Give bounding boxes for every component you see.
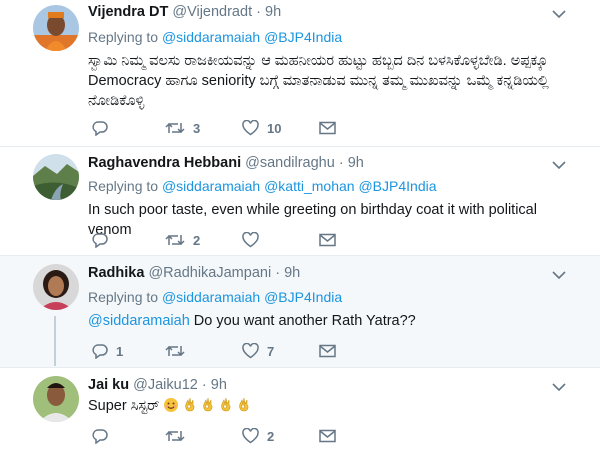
retweet-button[interactable]: [165, 342, 193, 360]
dm-button[interactable]: [319, 342, 336, 360]
chevron-down-icon[interactable]: [552, 9, 566, 19]
timestamp[interactable]: 9h: [348, 155, 364, 171]
dm-button[interactable]: [319, 427, 336, 445]
tweet-text: @siddaramaiah Do you want another Rath Y…: [88, 311, 578, 331]
separator-dot: ·: [201, 377, 207, 393]
dm-button[interactable]: [319, 119, 336, 137]
smiling-face-emoji-icon: [163, 398, 178, 412]
replying-label: Replying to: [88, 29, 162, 45]
reply-icon: [92, 429, 108, 444]
like-button[interactable]: 2: [242, 427, 274, 445]
tweet-header: Raghavendra Hebbani @sandilraghu · 9h: [88, 155, 364, 171]
user-handle[interactable]: @RadhikaJampani: [148, 265, 271, 281]
replying-label: Replying to: [88, 178, 162, 194]
tweet-text: ಸ್ವಾಮಿ ನಿಮ್ಮ ವಲಸು ರಾಜಕೀಯವನ್ನು ಆ ಮಹನೀಯರ ಹ…: [88, 51, 578, 111]
like-count: 7: [267, 343, 275, 359]
avatar[interactable]: [33, 376, 79, 422]
tweet-raghavendra[interactable]: Raghavendra Hebbani @sandilraghu · 9h Re…: [0, 147, 600, 256]
tweet-header: Vijendra DT @Vijendradt · 9h: [88, 4, 281, 20]
like-button[interactable]: [242, 231, 267, 249]
heart-icon: [242, 232, 259, 248]
reply-button[interactable]: [92, 119, 116, 137]
mention-link[interactable]: @siddaramaiah: [162, 289, 260, 305]
display-name[interactable]: Vijendra DT: [88, 4, 168, 20]
retweet-icon: [165, 345, 185, 357]
tweet-jaiku[interactable]: Jai ku @Jaiku12 · 9h Super ಸಿಸ್ಟರ್ 2: [0, 368, 600, 450]
display-name[interactable]: Radhika: [88, 265, 144, 281]
like-button[interactable]: 7: [242, 342, 274, 360]
mention-link[interactable]: @BJP4India: [264, 289, 342, 305]
tweet-text-body: Do you want another Rath Yatra??: [189, 313, 416, 329]
retweet-icon: [165, 234, 185, 246]
replying-to: Replying to @siddaramaiah @BJP4India: [88, 29, 342, 45]
replying-to: Replying to @siddaramaiah @katti_mohan @…: [88, 178, 437, 194]
retweet-button[interactable]: 2: [165, 231, 200, 249]
heart-icon: [242, 428, 259, 444]
like-button[interactable]: 10: [242, 119, 281, 137]
tweet-text-line: ನೋಡಿಕೊಳ್ಳಿ: [88, 93, 145, 109]
like-count: 10: [267, 120, 282, 136]
separator-dot: ·: [275, 265, 281, 281]
mention-link[interactable]: @BJP4India: [358, 178, 436, 194]
retweet-icon: [165, 122, 185, 134]
separator-dot: ·: [338, 155, 344, 171]
chevron-down-icon[interactable]: [552, 382, 566, 392]
display-name[interactable]: Raghavendra Hebbani: [88, 155, 241, 171]
heart-icon: [242, 120, 259, 136]
mention-link[interactable]: @siddaramaiah: [88, 313, 190, 329]
envelope-icon: [319, 121, 336, 135]
retweet-icon: [165, 430, 185, 442]
tweet-text: Super ಸಿಸ್ಟರ್: [88, 396, 578, 416]
tweet-text-body: Super ಸಿಸ್ಟರ್: [88, 398, 160, 414]
ok-hand-emoji-icon: [239, 397, 248, 412]
timestamp[interactable]: 9h: [265, 4, 281, 20]
reply-button[interactable]: 1: [92, 342, 123, 360]
user-handle[interactable]: @Jaiku12: [133, 377, 198, 393]
tweet-radhika[interactable]: Radhika @RadhikaJampani · 9h Replying to…: [0, 256, 600, 368]
mention-link[interactable]: @katti_mohan: [264, 178, 354, 194]
replying-to: Replying to @siddaramaiah @BJP4India: [88, 289, 342, 305]
thread-connector-line: [54, 316, 56, 366]
avatar[interactable]: [33, 154, 79, 200]
timestamp[interactable]: 9h: [284, 265, 300, 281]
ok-hand-emoji-icon: [221, 397, 230, 412]
envelope-icon: [319, 344, 336, 358]
envelope-icon: [319, 429, 336, 443]
heart-icon: [242, 343, 259, 359]
reply-button[interactable]: [92, 427, 116, 445]
reply-count: 1: [116, 343, 124, 359]
chevron-down-icon[interactable]: [552, 270, 566, 280]
tweet-header: Jai ku @Jaiku12 · 9h: [88, 377, 227, 393]
dm-button[interactable]: [319, 231, 336, 249]
reply-icon: [92, 233, 108, 248]
like-count: 2: [267, 428, 275, 444]
mention-link[interactable]: @BJP4India: [264, 29, 342, 45]
display-name[interactable]: Jai ku: [88, 377, 129, 393]
retweet-button[interactable]: 3: [165, 119, 200, 137]
reply-icon: [92, 344, 108, 359]
user-handle[interactable]: @Vijendradt: [172, 4, 252, 20]
replying-label: Replying to: [88, 289, 162, 305]
tweet-header: Radhika @RadhikaJampani · 9h: [88, 265, 300, 281]
reply-icon: [92, 121, 108, 136]
ok-hand-emoji-icon: [184, 397, 194, 412]
envelope-icon: [319, 233, 336, 247]
retweet-count: 2: [193, 232, 201, 248]
user-handle[interactable]: @sandilraghu: [245, 155, 335, 171]
reply-button[interactable]: [92, 231, 116, 249]
tweet-text-line: ಸ್ವಾಮಿ ನಿಮ್ಮ ವಲಸು ರಾಜಕೀಯವನ್ನು ಆ ಮಹನೀಯರ ಹ…: [88, 53, 548, 69]
mention-link[interactable]: @siddaramaiah: [162, 178, 260, 194]
chevron-down-icon[interactable]: [552, 160, 566, 170]
retweet-count: 3: [193, 120, 201, 136]
avatar[interactable]: [33, 5, 79, 51]
timestamp[interactable]: 9h: [211, 377, 227, 393]
avatar[interactable]: [33, 264, 79, 310]
mention-link[interactable]: @siddaramaiah: [162, 29, 260, 45]
ok-hand-emoji-icon: [202, 397, 212, 412]
separator-dot: ·: [256, 4, 261, 20]
retweet-button[interactable]: [165, 427, 193, 445]
tweet-text-line: Democracy ಹಾಗೂ seniority ಬಗ್ಗೆ ಮಾತನಾಡುವ …: [88, 73, 549, 89]
tweet-vijendra[interactable]: Vijendra DT @Vijendradt · 9h Replying to…: [0, 0, 600, 147]
